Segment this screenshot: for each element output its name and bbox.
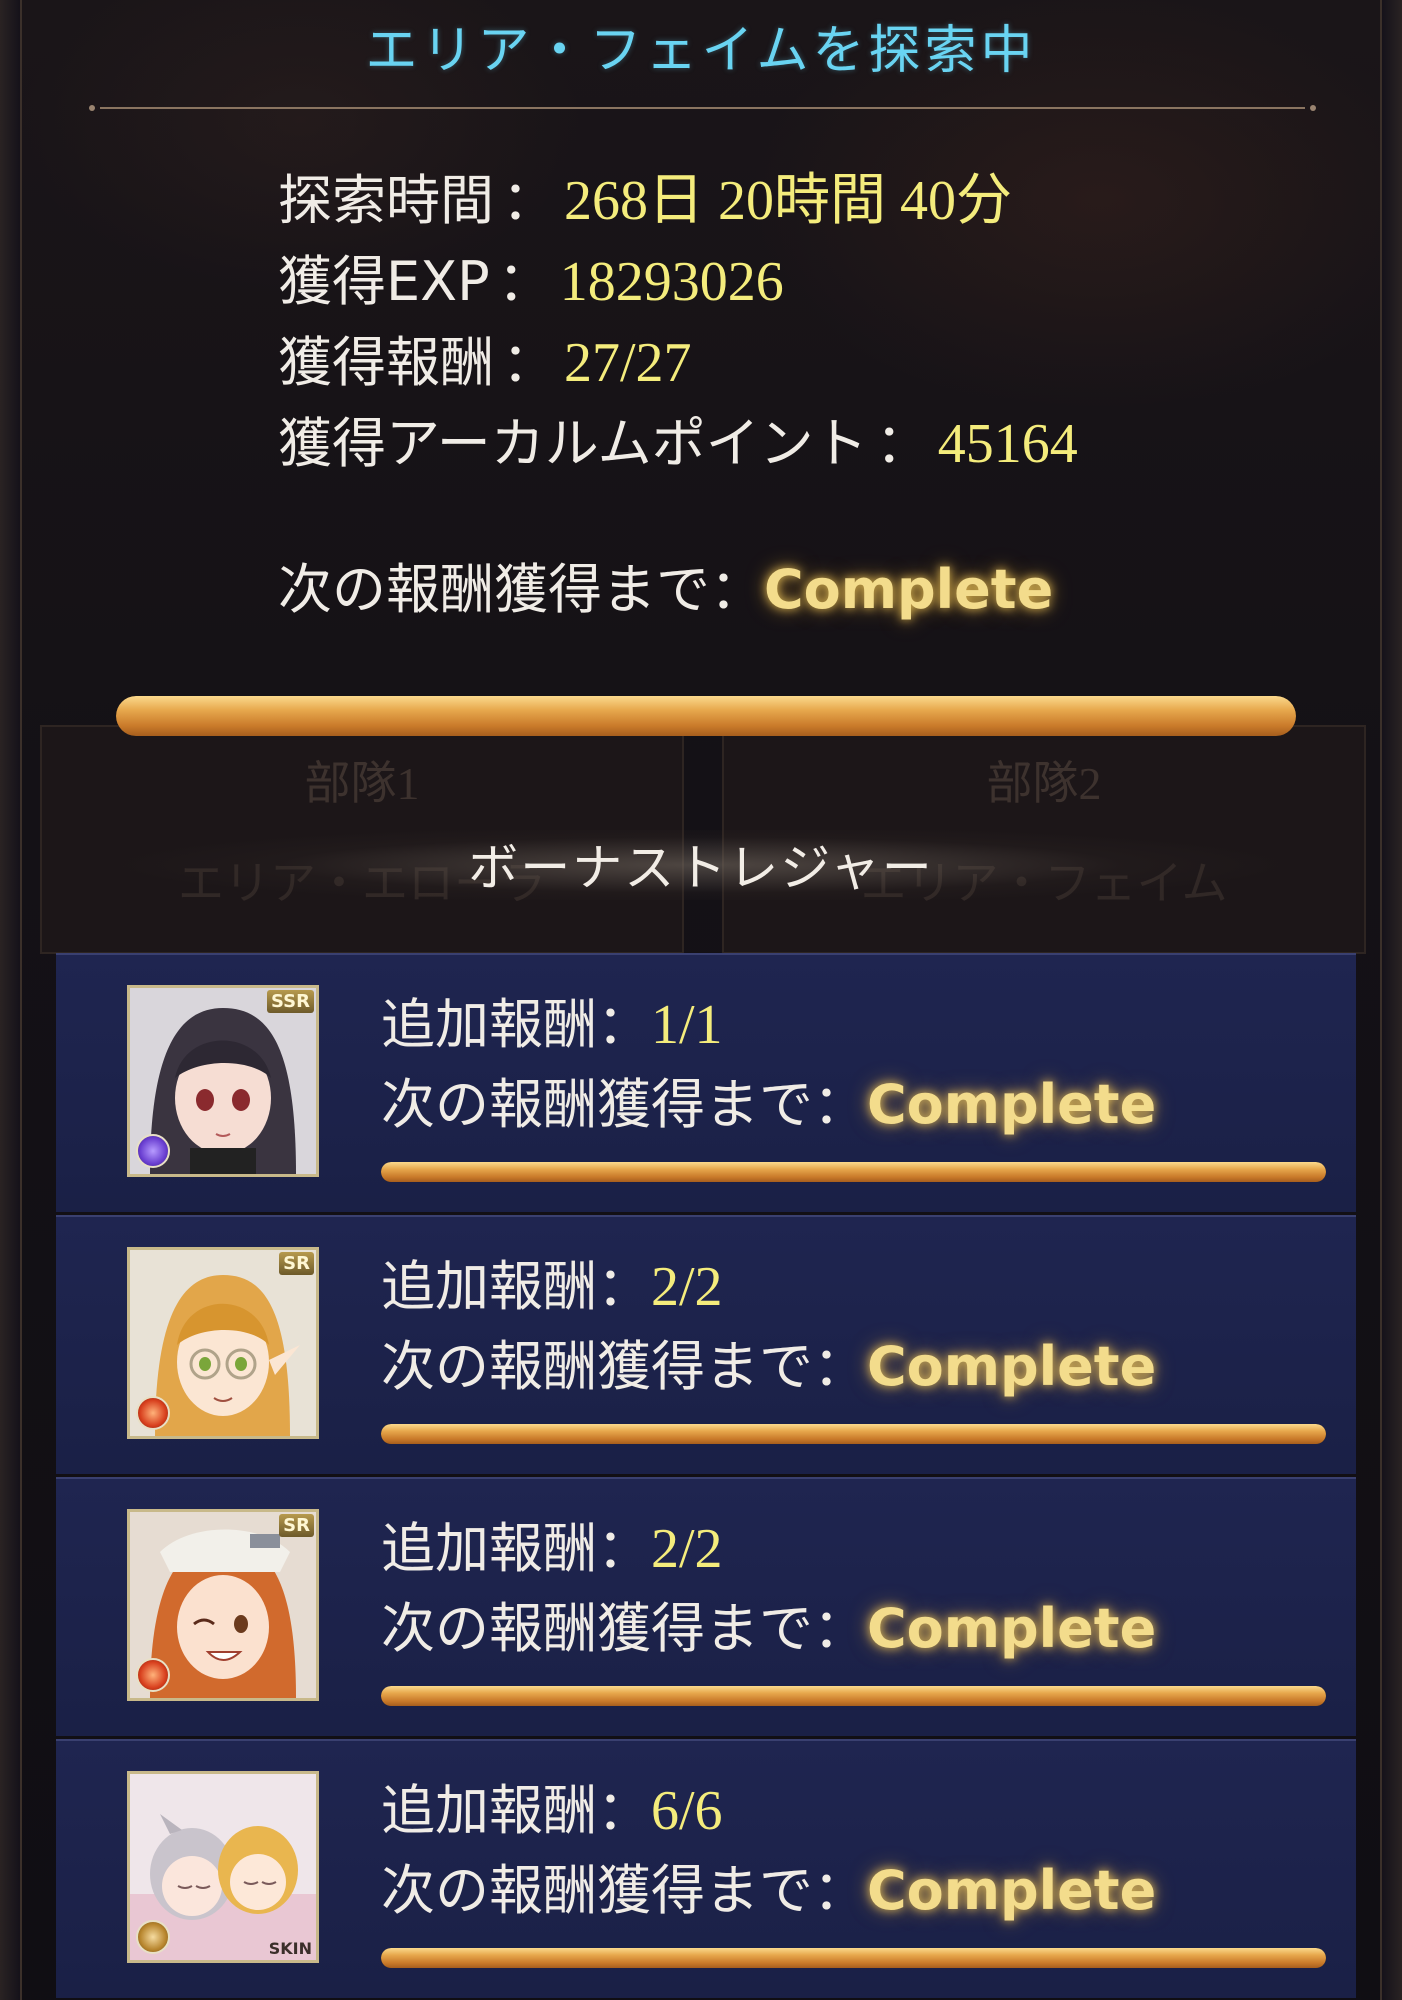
next-reward-label: 次の報酬獲得まで： bbox=[381, 1073, 867, 1136]
stat-exp-value: 18293026 bbox=[559, 251, 784, 313]
stat-exp-label: 獲得EXP bbox=[278, 250, 490, 313]
element-dark-icon bbox=[136, 1134, 170, 1168]
squad-2-name: 部隊2 bbox=[986, 758, 1102, 809]
next-reward-complete: Complete bbox=[867, 1859, 1157, 1922]
rarity-badge: SR bbox=[279, 1514, 314, 1537]
element-fire-icon bbox=[136, 1396, 170, 1430]
character-portrait: SSR bbox=[127, 985, 319, 1177]
bonus-progress-fill bbox=[381, 1948, 1326, 1968]
stat-arcarum-points: 獲得アーカルムポイント： 45164 bbox=[278, 403, 1078, 484]
bonus-treasure-list: SSR 追加報酬：1/1 次の報酬獲得まで：Complete SR 追加報酬：2… bbox=[56, 953, 1356, 2000]
stat-arcarum-value: 45164 bbox=[937, 413, 1078, 475]
exploration-screen: エリア・フェイムを探索中 部隊1 エリア・エローラ 部隊2 エリア・フェイム 探… bbox=[0, 0, 1402, 2000]
bonus-row-info: 追加報酬：6/6 次の報酬獲得まで：Complete bbox=[381, 1771, 1156, 1931]
bonus-row[interactable]: SR 追加報酬：2/2 次の報酬獲得まで：Complete bbox=[56, 1477, 1356, 1736]
character-portrait: SKIN bbox=[127, 1771, 319, 1963]
bonus-progress-bar bbox=[381, 1162, 1326, 1182]
next-reward-complete: Complete bbox=[867, 1597, 1157, 1660]
stat-reward: 獲得報酬： 27/27 bbox=[278, 322, 1078, 403]
ornament-divider bbox=[89, 105, 1316, 111]
skin-badge: SKIN bbox=[268, 1939, 312, 1958]
stat-exp: 獲得EXP： 18293026 bbox=[278, 241, 1078, 322]
character-portrait: SR bbox=[127, 1509, 319, 1701]
stat-separator: ： bbox=[502, 331, 556, 394]
extra-reward-label: 追加報酬： bbox=[381, 1779, 651, 1842]
bonus-progress-bar bbox=[381, 1424, 1326, 1444]
bonus-row[interactable]: SKIN 追加報酬：6/6 次の報酬獲得まで：Complete bbox=[56, 1739, 1356, 1998]
bonus-progress-fill bbox=[381, 1424, 1326, 1444]
stat-separator: ： bbox=[875, 412, 930, 475]
extra-reward-line: 追加報酬：1/1 bbox=[381, 985, 1156, 1065]
bonus-progress-bar bbox=[381, 1948, 1326, 1968]
left-frame bbox=[0, 0, 22, 2000]
stat-reward-label: 獲得報酬 bbox=[278, 331, 494, 394]
right-frame bbox=[1380, 0, 1402, 2000]
extra-reward-label: 追加報酬： bbox=[381, 993, 651, 1056]
bonus-row[interactable]: SSR 追加報酬：1/1 次の報酬獲得まで：Complete bbox=[56, 953, 1356, 1212]
bonus-row-info: 追加報酬：2/2 次の報酬獲得まで：Complete bbox=[381, 1509, 1156, 1669]
character-portrait: SR bbox=[127, 1247, 319, 1439]
stat-arcarum-label: 獲得アーカルムポイント bbox=[278, 412, 868, 475]
bonus-row[interactable]: SR 追加報酬：2/2 次の報酬獲得まで：Complete bbox=[56, 1215, 1356, 1474]
next-reward-complete: Complete bbox=[867, 1073, 1157, 1136]
stat-reward-value: 27/27 bbox=[564, 332, 692, 394]
rarity-badge: SSR bbox=[267, 990, 314, 1013]
bonus-row-info: 追加報酬：1/1 次の報酬獲得まで：Complete bbox=[381, 985, 1156, 1145]
bonus-progress-fill bbox=[381, 1686, 1326, 1706]
extra-reward-value: 1/1 bbox=[651, 994, 723, 1056]
extra-reward-label: 追加報酬： bbox=[381, 1255, 651, 1318]
bonus-row-info: 追加報酬：2/2 次の報酬獲得まで：Complete bbox=[381, 1247, 1156, 1407]
next-reward-line: 次の報酬獲得まで：Complete bbox=[381, 1065, 1156, 1145]
main-progress-fill bbox=[116, 696, 1296, 736]
rarity-badge: SR bbox=[279, 1252, 314, 1275]
extra-reward-line: 追加報酬：6/6 bbox=[381, 1771, 1156, 1851]
extra-reward-value: 6/6 bbox=[651, 1780, 723, 1842]
bonus-progress-fill bbox=[381, 1162, 1326, 1182]
next-reward-line: 次の報酬獲得まで：Complete bbox=[381, 1851, 1156, 1931]
bonus-progress-bar bbox=[381, 1686, 1326, 1706]
next-reward-complete: Complete bbox=[867, 1335, 1157, 1398]
next-reward-complete: Complete bbox=[764, 558, 1054, 621]
next-reward-label: 次の報酬獲得まで： bbox=[381, 1335, 867, 1398]
next-reward-line: 次の報酬獲得まで：Complete bbox=[381, 1327, 1156, 1407]
stat-time-value: 268日 20時間 40分 bbox=[564, 170, 1012, 232]
squad-1-name: 部隊1 bbox=[304, 758, 420, 809]
next-reward-status: 次の報酬獲得まで：Complete bbox=[278, 545, 1053, 624]
next-reward-label: 次の報酬獲得まで： bbox=[381, 1859, 867, 1922]
extra-reward-line: 追加報酬：2/2 bbox=[381, 1247, 1156, 1327]
stat-time: 探索時間： 268日 20時間 40分 bbox=[278, 160, 1078, 241]
element-fire-icon bbox=[136, 1658, 170, 1692]
next-reward-label: 次の報酬獲得まで： bbox=[381, 1597, 867, 1660]
extra-reward-line: 追加報酬：2/2 bbox=[381, 1509, 1156, 1589]
stat-separator: ： bbox=[497, 250, 552, 313]
bonus-treasure-title: ボーナストレジャー bbox=[468, 839, 934, 897]
main-progress-bar bbox=[116, 696, 1296, 736]
stat-time-label: 探索時間 bbox=[278, 169, 494, 232]
extra-reward-label: 追加報酬： bbox=[381, 1517, 651, 1580]
next-reward-label: 次の報酬獲得まで： bbox=[278, 558, 764, 621]
page-title: エリア・フェイムを探索中 bbox=[365, 21, 1037, 81]
extra-reward-value: 2/2 bbox=[651, 1518, 723, 1580]
extra-reward-value: 2/2 bbox=[651, 1256, 723, 1318]
next-reward-line: 次の報酬獲得まで：Complete bbox=[381, 1589, 1156, 1669]
exploration-stats: 探索時間： 268日 20時間 40分 獲得EXP： 18293026 獲得報酬： 2… bbox=[278, 160, 1078, 484]
element-earth-icon bbox=[136, 1920, 170, 1954]
stat-separator: ： bbox=[502, 169, 556, 232]
